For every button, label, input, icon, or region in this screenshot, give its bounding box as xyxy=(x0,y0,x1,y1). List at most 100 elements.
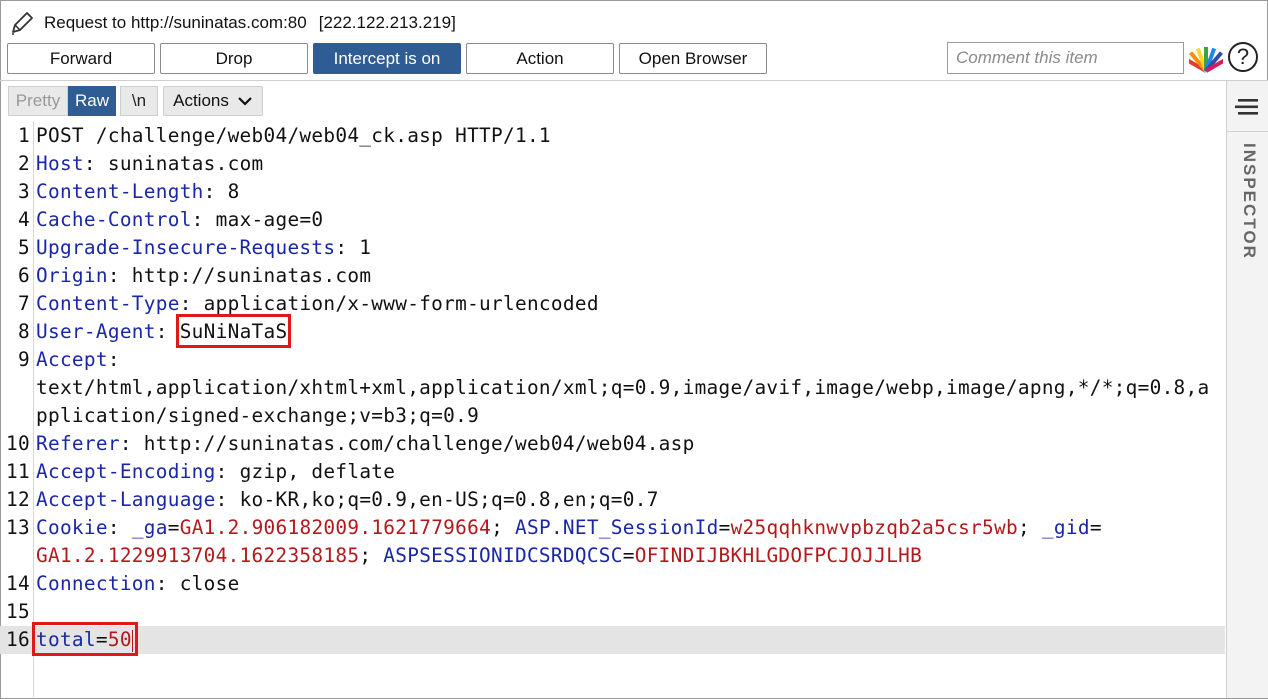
header-name: Cache-Control xyxy=(36,208,192,231)
code-line[interactable]: 1 POST /challenge/web04/web04_ck.asp HTTP… xyxy=(0,122,1225,150)
inspector-divider xyxy=(1227,131,1268,132)
header-value: : http://suninatas.com xyxy=(107,264,372,287)
code-line[interactable]: GA1.2.1229913704.1622358185; ASPSESSIONI… xyxy=(0,542,1225,570)
code-line[interactable]: 9 Accept: xyxy=(0,346,1225,374)
line-number: 12 xyxy=(6,488,30,511)
highlight-color-icon[interactable] xyxy=(1189,43,1223,75)
code-line[interactable]: 15 xyxy=(0,598,1225,626)
header-name: User-Agent xyxy=(36,320,156,343)
drop-button[interactable]: Drop xyxy=(160,43,308,74)
header-value: = xyxy=(718,516,731,539)
header-name: Content-Type xyxy=(36,292,180,315)
code-line[interactable]: 5 Upgrade-Insecure-Requests: 1 xyxy=(0,234,1225,262)
code-text[interactable]: Cookie: _ga=GA1.2.906182009.1621779664; … xyxy=(36,514,1102,542)
header-value: = xyxy=(622,544,635,567)
line-number: 6 xyxy=(18,264,30,287)
code-text[interactable]: Connection: close xyxy=(36,570,240,598)
code-text[interactable]: User-Agent: SuNiNaTaS xyxy=(36,318,287,346)
line-number: 2 xyxy=(18,152,30,175)
line-number: 9 xyxy=(18,348,30,371)
header-value: SuNiNaTaS xyxy=(179,320,288,343)
request-editor[interactable]: 1 POST /challenge/web04/web04_ck.asp HTTP… xyxy=(0,122,1225,697)
request-ip: [222.122.213.219] xyxy=(318,13,456,32)
header-value: = xyxy=(167,516,180,539)
code-line[interactable]: 13 Cookie: _ga=GA1.2.906182009.1621779664… xyxy=(0,514,1225,542)
code-line[interactable]: 14 Connection: close xyxy=(0,570,1225,598)
header-name: Upgrade-Insecure-Requests xyxy=(36,236,336,259)
code-text[interactable]: POST /challenge/web04/web04_ck.asp HTTP/… xyxy=(36,122,551,150)
header-value: = xyxy=(1089,516,1102,539)
code-text[interactable]: GA1.2.1229913704.1622358185; ASPSESSIONI… xyxy=(36,542,922,570)
menu-icon[interactable] xyxy=(1235,97,1261,117)
code-line[interactable]: 11 Accept-Encoding: gzip, deflate xyxy=(0,458,1225,486)
header-name: Referer xyxy=(36,432,120,455)
intercept-toggle-button[interactable]: Intercept is on xyxy=(313,43,461,74)
tab-raw[interactable]: Raw xyxy=(68,86,116,116)
code-text[interactable]: Upgrade-Insecure-Requests: 1 xyxy=(36,234,371,262)
code-line[interactable]: 7 Content-Type: application/x-www-form-ur… xyxy=(0,290,1225,318)
code-line[interactable]: pplication/signed-exchange;v=b3;q=0.9 xyxy=(0,402,1225,430)
inspector-label[interactable]: INSPECTOR xyxy=(1237,143,1259,260)
help-icon[interactable]: ? xyxy=(1228,42,1258,72)
header-name: Accept-Encoding xyxy=(36,460,216,483)
header-value: POST /challenge/web04/web04_ck.asp HTTP/… xyxy=(36,124,551,147)
pencil-icon[interactable] xyxy=(8,9,36,37)
code-line[interactable]: 10 Referer: http://suninatas.com/challeng… xyxy=(0,430,1225,458)
line-number: 5 xyxy=(18,236,30,259)
header-value: ; xyxy=(491,516,516,539)
tab-newline-toggle[interactable]: \n xyxy=(120,86,158,116)
header-name: Content-Length xyxy=(36,180,204,203)
code-line[interactable]: 16 total=50 xyxy=(0,626,1225,654)
param-value: 50 xyxy=(107,628,132,651)
header-name: Host xyxy=(36,152,84,175)
code-text[interactable]: Origin: http://suninatas.com xyxy=(36,262,371,290)
header-value: : http://suninatas.com/challenge/web04/w… xyxy=(119,432,695,455)
code-text[interactable]: Accept: xyxy=(36,346,120,374)
line-number: 8 xyxy=(18,320,30,343)
header-value: : 1 xyxy=(335,236,372,259)
header-value: ; xyxy=(1017,516,1042,539)
header-name: _ga xyxy=(131,516,168,539)
code-line[interactable]: 2 Host: suninatas.com xyxy=(0,150,1225,178)
code-text[interactable]: Accept-Language: ko-KR,ko;q=0.9,en-US;q=… xyxy=(36,486,659,514)
open-browser-button[interactable]: Open Browser xyxy=(619,43,767,74)
forward-button[interactable]: Forward xyxy=(7,43,155,74)
line-number: 10 xyxy=(6,432,30,455)
line-number: 1 xyxy=(18,124,30,147)
code-line[interactable]: 4 Cache-Control: max-age=0 xyxy=(0,206,1225,234)
header-value: ; xyxy=(359,544,384,567)
header-value: : application/x-www-form-urlencoded xyxy=(179,292,599,315)
code-text[interactable]: Cache-Control: max-age=0 xyxy=(36,206,323,234)
header-value: : xyxy=(155,320,180,343)
header-value: : 8 xyxy=(203,180,240,203)
actions-dropdown[interactable]: Actions xyxy=(163,86,263,116)
header-name: ASPSESSIONIDCSRDQCSC xyxy=(383,544,623,567)
param-value: GA1.2.906182009.1621779664 xyxy=(179,516,492,539)
line-number: 11 xyxy=(6,460,30,483)
tab-pretty[interactable]: Pretty xyxy=(8,86,68,116)
comment-input[interactable]: Comment this item xyxy=(947,42,1184,74)
code-line[interactable]: text/html,application/xhtml+xml,applicat… xyxy=(0,374,1225,402)
code-text[interactable]: Content-Length: 8 xyxy=(36,178,240,206)
line-number: 13 xyxy=(6,516,30,539)
code-text[interactable]: text/html,application/xhtml+xml,applicat… xyxy=(36,374,1209,402)
header-name: ASP.NET_SessionId xyxy=(515,516,719,539)
code-text[interactable]: pplication/signed-exchange;v=b3;q=0.9 xyxy=(36,402,479,430)
line-number: 7 xyxy=(18,292,30,315)
code-text[interactable]: Content-Type: application/x-www-form-url… xyxy=(36,290,599,318)
header-name: Cookie xyxy=(36,516,108,539)
code-text[interactable]: total=50 xyxy=(36,626,133,654)
header-value: : xyxy=(107,348,120,371)
code-text[interactable]: Host: suninatas.com xyxy=(36,150,264,178)
code-line[interactable]: 3 Content-Length: 8 xyxy=(0,178,1225,206)
line-number: 15 xyxy=(6,600,30,623)
code-text[interactable]: Accept-Encoding: gzip, deflate xyxy=(36,458,395,486)
inspector-panel[interactable]: INSPECTOR xyxy=(1226,81,1268,698)
code-text[interactable]: Referer: http://suninatas.com/challenge/… xyxy=(36,430,695,458)
action-button[interactable]: Action xyxy=(466,43,614,74)
code-line[interactable]: 8 User-Agent: SuNiNaTaS xyxy=(0,318,1225,346)
header-value: pplication/signed-exchange;v=b3;q=0.9 xyxy=(36,404,480,427)
code-line[interactable]: 12 Accept-Language: ko-KR,ko;q=0.9,en-US;… xyxy=(0,486,1225,514)
code-line[interactable]: 6 Origin: http://suninatas.com xyxy=(0,262,1225,290)
header-value: : gzip, deflate xyxy=(215,460,396,483)
